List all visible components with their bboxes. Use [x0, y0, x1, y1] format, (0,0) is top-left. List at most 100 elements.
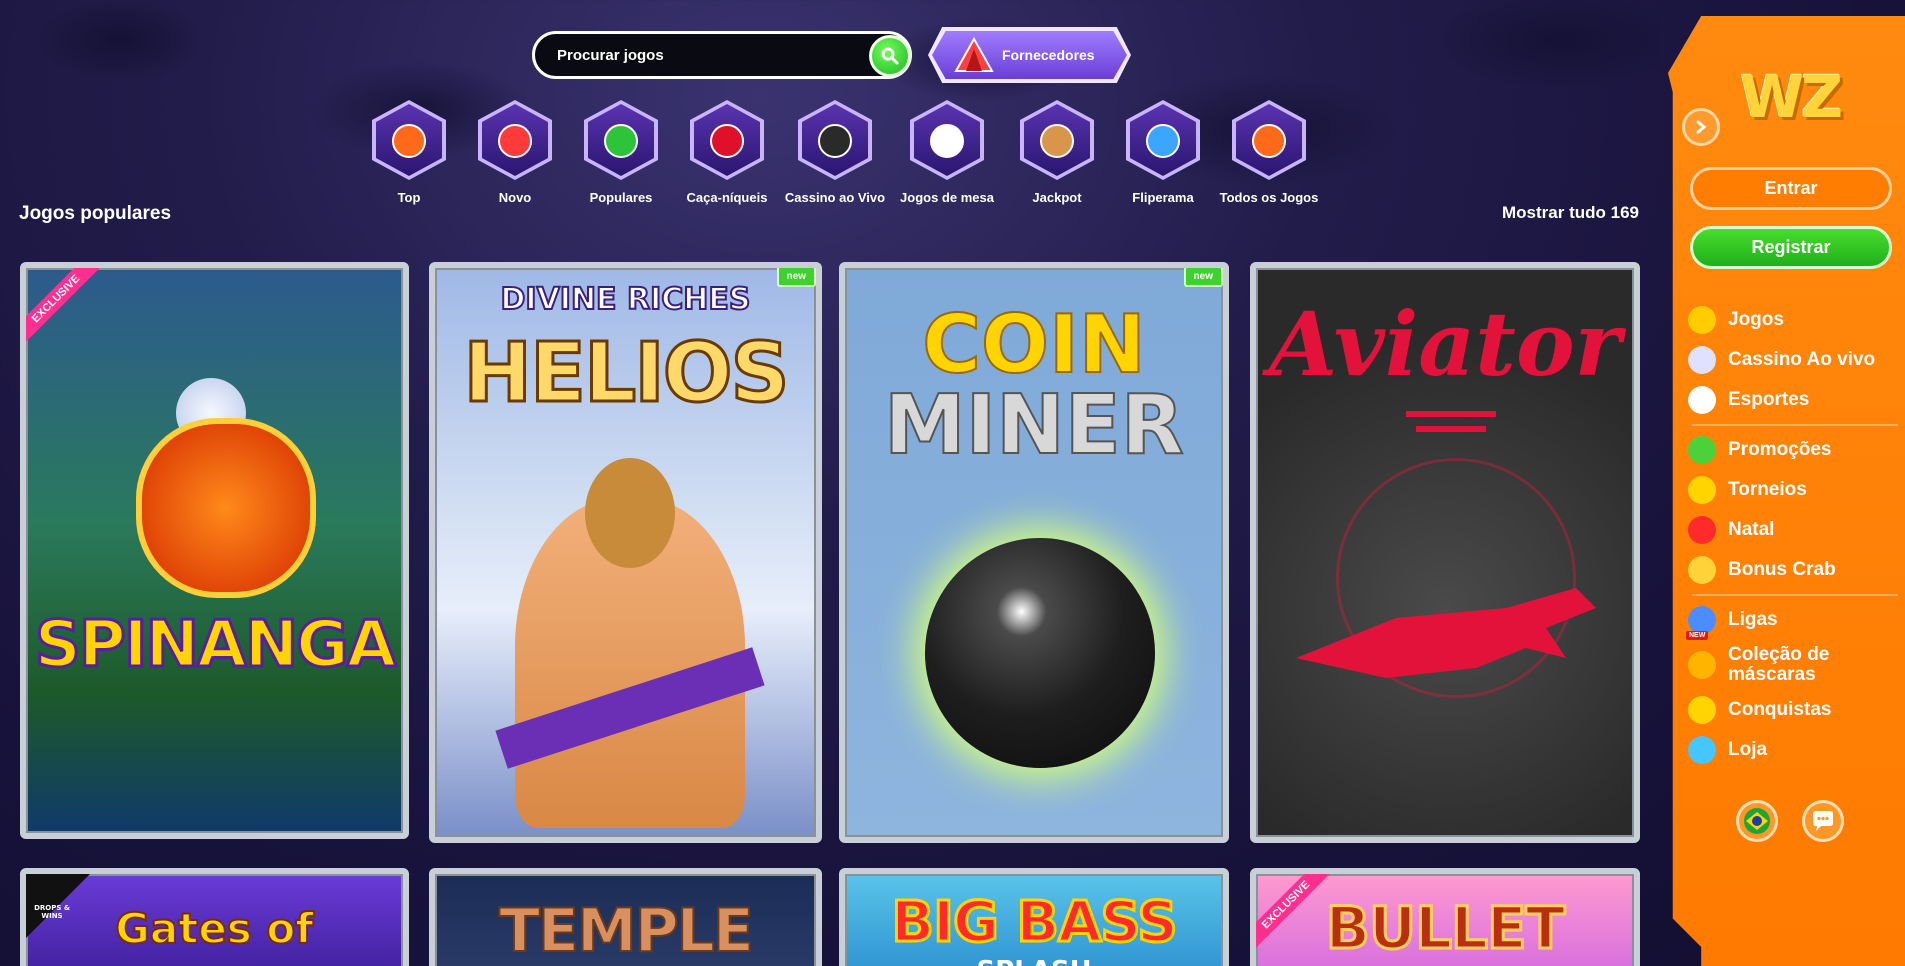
sidebar-item-torneios[interactable]: Torneios: [1688, 470, 1898, 510]
sidebar-menu: Jogos Cassino Ao vivo Esportes Promoções Tor…: [1686, 300, 1898, 770]
show-all-link[interactable]: Mostrar tudo 169: [1502, 203, 1639, 223]
category-frame: [1232, 100, 1306, 180]
sidebar-item-esportes[interactable]: Esportes: [1688, 380, 1898, 420]
category-label: Jogos de mesa: [900, 190, 994, 205]
tent-icon: [954, 36, 994, 72]
category-label: Caça-níqueis: [686, 190, 768, 205]
league-icon: NEW: [1686, 606, 1716, 640]
category-populares[interactable]: Populares: [568, 100, 674, 205]
sidebar-divider: [1692, 594, 1898, 596]
search-bar[interactable]: [532, 31, 912, 79]
title-underline-2: [1416, 426, 1486, 432]
category-frame-inner: [588, 104, 654, 176]
sidebar-item-cassino-ao-vivo[interactable]: Cassino Ao vivo: [1688, 340, 1898, 380]
crab-icon: [1688, 556, 1716, 584]
sidebar-item-bonus-crab[interactable]: Bonus Crab: [1688, 550, 1898, 590]
register-button[interactable]: Registrar: [1690, 226, 1892, 269]
site-logo[interactable]: WZ: [1740, 63, 1843, 131]
game-card-big-bass-splash[interactable]: BIG BASS SPLASH: [839, 868, 1229, 966]
joystick-icon: [1146, 124, 1180, 158]
sidebar-item-natal[interactable]: Natal: [1688, 510, 1898, 550]
game-card-bullet[interactable]: EXCLUSIVE BULLET: [1250, 868, 1640, 966]
sidebar-divider: [1692, 424, 1898, 426]
category-nav: Top Novo Populares Caça-níqueis Cassino ao V…: [356, 100, 1322, 205]
sidebar-item-cole-o-de-m-scaras[interactable]: Coleção de máscaras: [1688, 640, 1898, 690]
providers-button[interactable]: Fornecedores: [932, 31, 1127, 79]
book-icon: [1252, 124, 1286, 158]
sidebar-item-ligas[interactable]: NEW Ligas: [1686, 600, 1898, 640]
dealer-icon: [818, 124, 852, 158]
category-frame-inner: [482, 104, 548, 176]
sidebar-item-label: Esportes: [1728, 389, 1810, 410]
gift-icon: [1688, 436, 1716, 464]
cherry-icon: [710, 124, 744, 158]
game-card-temple-tumble[interactable]: TEMPLE: [429, 868, 822, 966]
game-card-aviator[interactable]: Aviator: [1250, 262, 1640, 843]
category-frame: [910, 100, 984, 180]
category-cassino-ao-vivo[interactable]: Cassino ao Vivo: [780, 100, 890, 205]
sidebar-item-conquistas[interactable]: Conquistas: [1688, 690, 1898, 730]
category-jogos-de-mesa[interactable]: Jogos de mesa: [890, 100, 1004, 205]
category-fliperama[interactable]: Fliperama: [1110, 100, 1216, 205]
game-title: Gates of: [114, 903, 314, 954]
category-label: Populares: [589, 190, 653, 205]
brazil-flag-icon: [1744, 808, 1770, 834]
category-novo[interactable]: Novo: [462, 100, 568, 205]
section-title: Jogos populares: [19, 203, 172, 224]
clock-icon: [498, 124, 532, 158]
mine-bomb-illustration: [925, 538, 1155, 768]
category-frame: [798, 100, 872, 180]
game-card-gates-of-olympus[interactable]: DROPS & WINS Gates of: [20, 868, 409, 966]
sidebar-item-label: Conquistas: [1728, 699, 1832, 720]
game-card-coin-miner[interactable]: COIN MINER new: [839, 262, 1229, 843]
sidebar-item-promo-es[interactable]: Promoções: [1688, 430, 1898, 470]
potion-icon: [1688, 736, 1716, 764]
sidebar-item-label: Cassino Ao vivo: [1728, 349, 1876, 370]
game-title: BIG BASS: [890, 889, 1179, 957]
spade-icon: [1688, 346, 1716, 374]
category-jackpot[interactable]: Jackpot: [1004, 100, 1110, 205]
sidebar-item-label: Ligas: [1728, 609, 1778, 630]
category-label: Cassino ao Vivo: [784, 190, 886, 205]
sidebar-item-label: Natal: [1728, 519, 1775, 540]
game-title-line2: MINER: [883, 377, 1185, 474]
game-card-helios[interactable]: DIVINE RICHES HELIOS new: [429, 262, 822, 843]
search-button[interactable]: [869, 35, 911, 77]
category-label: Jackpot: [1032, 190, 1082, 205]
play-icon: [1688, 306, 1716, 334]
new-tag: NEW: [1686, 631, 1709, 640]
chat-support-button[interactable]: [1802, 800, 1844, 842]
category-frame: [1020, 100, 1094, 180]
fire-icon: [392, 124, 426, 158]
title-underline: [1406, 411, 1496, 417]
category-top[interactable]: Top: [356, 100, 462, 205]
sidebar-item-loja[interactable]: Loja: [1688, 730, 1898, 770]
login-button[interactable]: Entrar: [1690, 167, 1892, 210]
language-button[interactable]: [1736, 800, 1778, 842]
sidebar-item-label: Bonus Crab: [1728, 559, 1836, 580]
search-icon: [881, 47, 899, 65]
category-frame-inner: [694, 104, 760, 176]
chat-bubble-icon: [1813, 811, 1833, 831]
game-subtitle: DIVINE RICHES: [500, 281, 752, 318]
category-frame: [478, 100, 552, 180]
category-frame-inner: [1130, 104, 1196, 176]
category-frame-inner: [376, 104, 442, 176]
airplane-icon: [1296, 588, 1596, 678]
new-badge: new: [1183, 268, 1223, 287]
sidebar-item-label: Torneios: [1728, 479, 1807, 500]
money-bag-icon: [1040, 124, 1074, 158]
sidebar-item-jogos[interactable]: Jogos: [1688, 300, 1898, 340]
search-input[interactable]: [557, 46, 847, 64]
category-ca-a-n-queis[interactable]: Caça-níqueis: [674, 100, 780, 205]
sidebar-item-label: Jogos: [1728, 309, 1784, 330]
new-badge: new: [776, 268, 816, 287]
game-card-spinanga[interactable]: EXCLUSIVE SPINANGA: [20, 262, 409, 839]
category-todos-os-jogos[interactable]: Todos os Jogos: [1216, 100, 1322, 205]
category-label: Novo: [498, 190, 532, 205]
santa-hat-icon: [1688, 516, 1716, 544]
clover-icon: [604, 124, 638, 158]
sidebar-toggle-button[interactable]: [1682, 108, 1720, 146]
game-title: TEMPLE: [498, 895, 755, 966]
game-title: SPINANGA: [33, 607, 398, 684]
